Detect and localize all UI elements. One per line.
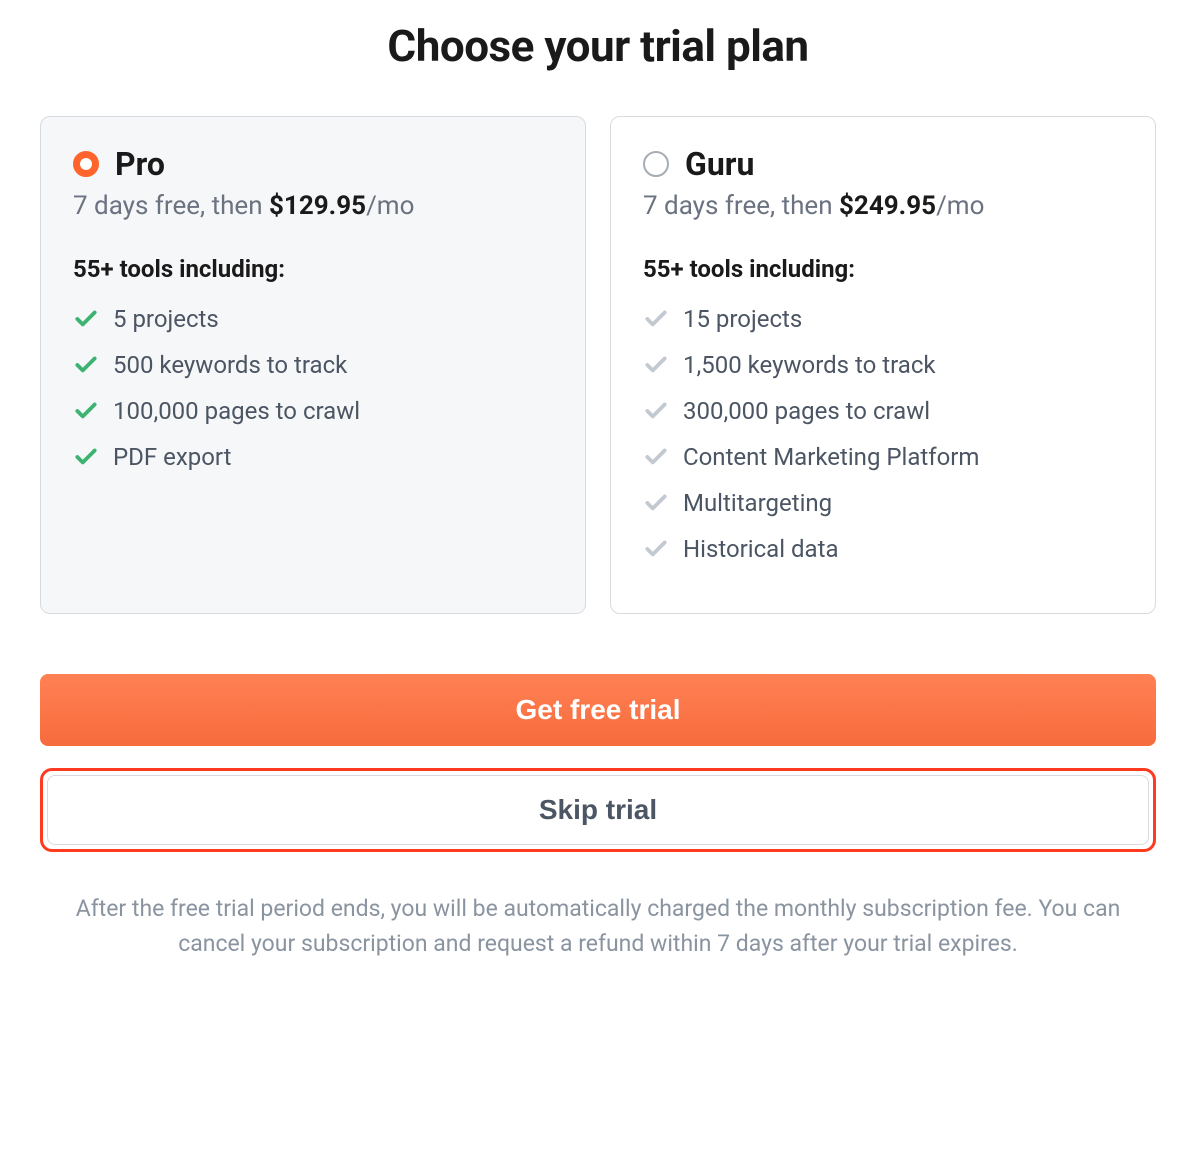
price-suffix: /mo xyxy=(366,191,414,221)
skip-trial-highlight: Skip trial xyxy=(40,768,1156,852)
feature-item: PDF export xyxy=(73,443,553,471)
feature-label: Content Marketing Platform xyxy=(683,443,979,471)
feature-label: 1,500 keywords to track xyxy=(683,351,936,379)
plan-card-guru[interactable]: Guru 7 days free, then $249.95/mo 55+ to… xyxy=(610,116,1156,614)
feature-item: Multitargeting xyxy=(643,489,1123,517)
tools-heading: 55+ tools including: xyxy=(73,255,553,283)
check-icon xyxy=(643,306,669,332)
feature-item: 300,000 pages to crawl xyxy=(643,397,1123,425)
check-icon xyxy=(643,444,669,470)
plan-name: Pro xyxy=(115,145,165,183)
feature-item: 15 projects xyxy=(643,305,1123,333)
check-icon xyxy=(643,398,669,424)
plan-card-pro[interactable]: Pro 7 days free, then $129.95/mo 55+ too… xyxy=(40,116,586,614)
feature-item: 100,000 pages to crawl xyxy=(73,397,553,425)
plan-name: Guru xyxy=(685,145,754,183)
check-icon xyxy=(73,444,99,470)
check-icon xyxy=(73,352,99,378)
plans-container: Pro 7 days free, then $129.95/mo 55+ too… xyxy=(40,116,1156,614)
check-icon xyxy=(643,490,669,516)
price-prefix: 7 days free, then xyxy=(73,191,269,221)
feature-list-guru: 15 projects 1,500 keywords to track 300,… xyxy=(643,305,1123,563)
page-title: Choose your trial plan xyxy=(40,20,1156,72)
radio-selected-icon[interactable] xyxy=(73,151,99,177)
get-free-trial-button[interactable]: Get free trial xyxy=(40,674,1156,746)
feature-list-pro: 5 projects 500 keywords to track 100,000… xyxy=(73,305,553,471)
plan-price: 7 days free, then $249.95/mo xyxy=(643,191,1123,221)
feature-label: 5 projects xyxy=(113,305,219,333)
feature-label: 300,000 pages to crawl xyxy=(683,397,930,425)
feature-item: 1,500 keywords to track xyxy=(643,351,1123,379)
tools-heading: 55+ tools including: xyxy=(643,255,1123,283)
feature-label: 100,000 pages to crawl xyxy=(113,397,360,425)
price-amount: $129.95 xyxy=(269,191,366,221)
feature-item: Historical data xyxy=(643,535,1123,563)
check-icon xyxy=(73,398,99,424)
feature-item: Content Marketing Platform xyxy=(643,443,1123,471)
skip-trial-button[interactable]: Skip trial xyxy=(47,775,1149,845)
disclaimer-text: After the free trial period ends, you wi… xyxy=(40,892,1156,961)
plan-header: Guru xyxy=(643,145,1123,183)
feature-item: 5 projects xyxy=(73,305,553,333)
check-icon xyxy=(643,536,669,562)
radio-unselected-icon[interactable] xyxy=(643,151,669,177)
price-suffix: /mo xyxy=(936,191,984,221)
feature-label: Multitargeting xyxy=(683,489,832,517)
price-amount: $249.95 xyxy=(839,191,936,221)
check-icon xyxy=(643,352,669,378)
feature-label: 500 keywords to track xyxy=(113,351,347,379)
feature-label: PDF export xyxy=(113,443,231,471)
check-icon xyxy=(73,306,99,332)
feature-item: 500 keywords to track xyxy=(73,351,553,379)
feature-label: Historical data xyxy=(683,535,839,563)
plan-header: Pro xyxy=(73,145,553,183)
feature-label: 15 projects xyxy=(683,305,802,333)
plan-price: 7 days free, then $129.95/mo xyxy=(73,191,553,221)
price-prefix: 7 days free, then xyxy=(643,191,839,221)
